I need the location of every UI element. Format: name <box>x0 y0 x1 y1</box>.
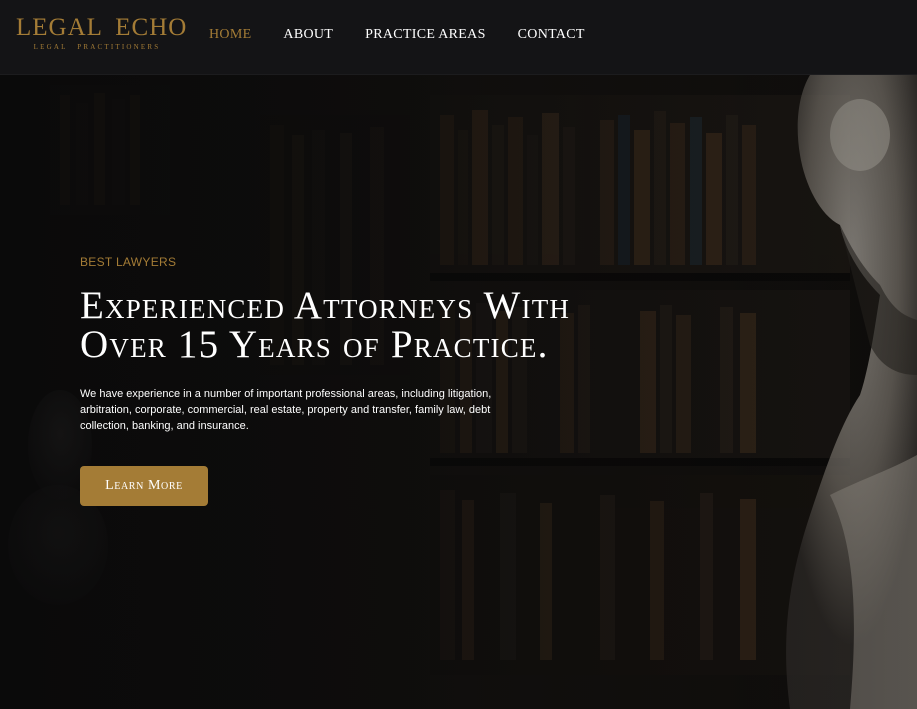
hero-headline-line-2: Over 15 Years of Practice. <box>80 323 549 366</box>
learn-more-button[interactable]: Learn More <box>80 466 208 506</box>
hero-content: BEST LAWYERS Experienced Attorneys With … <box>80 255 700 506</box>
hero-headline: Experienced Attorneys With Over 15 Years… <box>80 286 700 364</box>
nav-item-home[interactable]: HOME <box>209 27 251 43</box>
hero-headline-line-1: Experienced Attorneys With <box>80 284 571 327</box>
site-header: LEGAL ECHO LEGAL PRACTITIONERS HOME ABOU… <box>0 0 917 75</box>
hero-eyebrow: BEST LAWYERS <box>80 255 177 269</box>
hero-description: We have experience in a number of import… <box>80 388 492 432</box>
brand-tagline: LEGAL PRACTITIONERS <box>33 43 161 51</box>
page: LEGAL ECHO LEGAL PRACTITIONERS HOME ABOU… <box>0 0 917 709</box>
nav-item-contact[interactable]: CONTACT <box>518 27 585 43</box>
brand-logo[interactable]: LEGAL ECHO LEGAL PRACTITIONERS <box>16 14 188 51</box>
nav-item-about[interactable]: ABOUT <box>283 27 333 43</box>
main-nav: HOME ABOUT PRACTICE AREAS CONTACT <box>209 27 617 43</box>
nav-item-practice-areas[interactable]: PRACTICE AREAS <box>365 27 486 43</box>
brand-name: LEGAL ECHO <box>16 14 188 41</box>
